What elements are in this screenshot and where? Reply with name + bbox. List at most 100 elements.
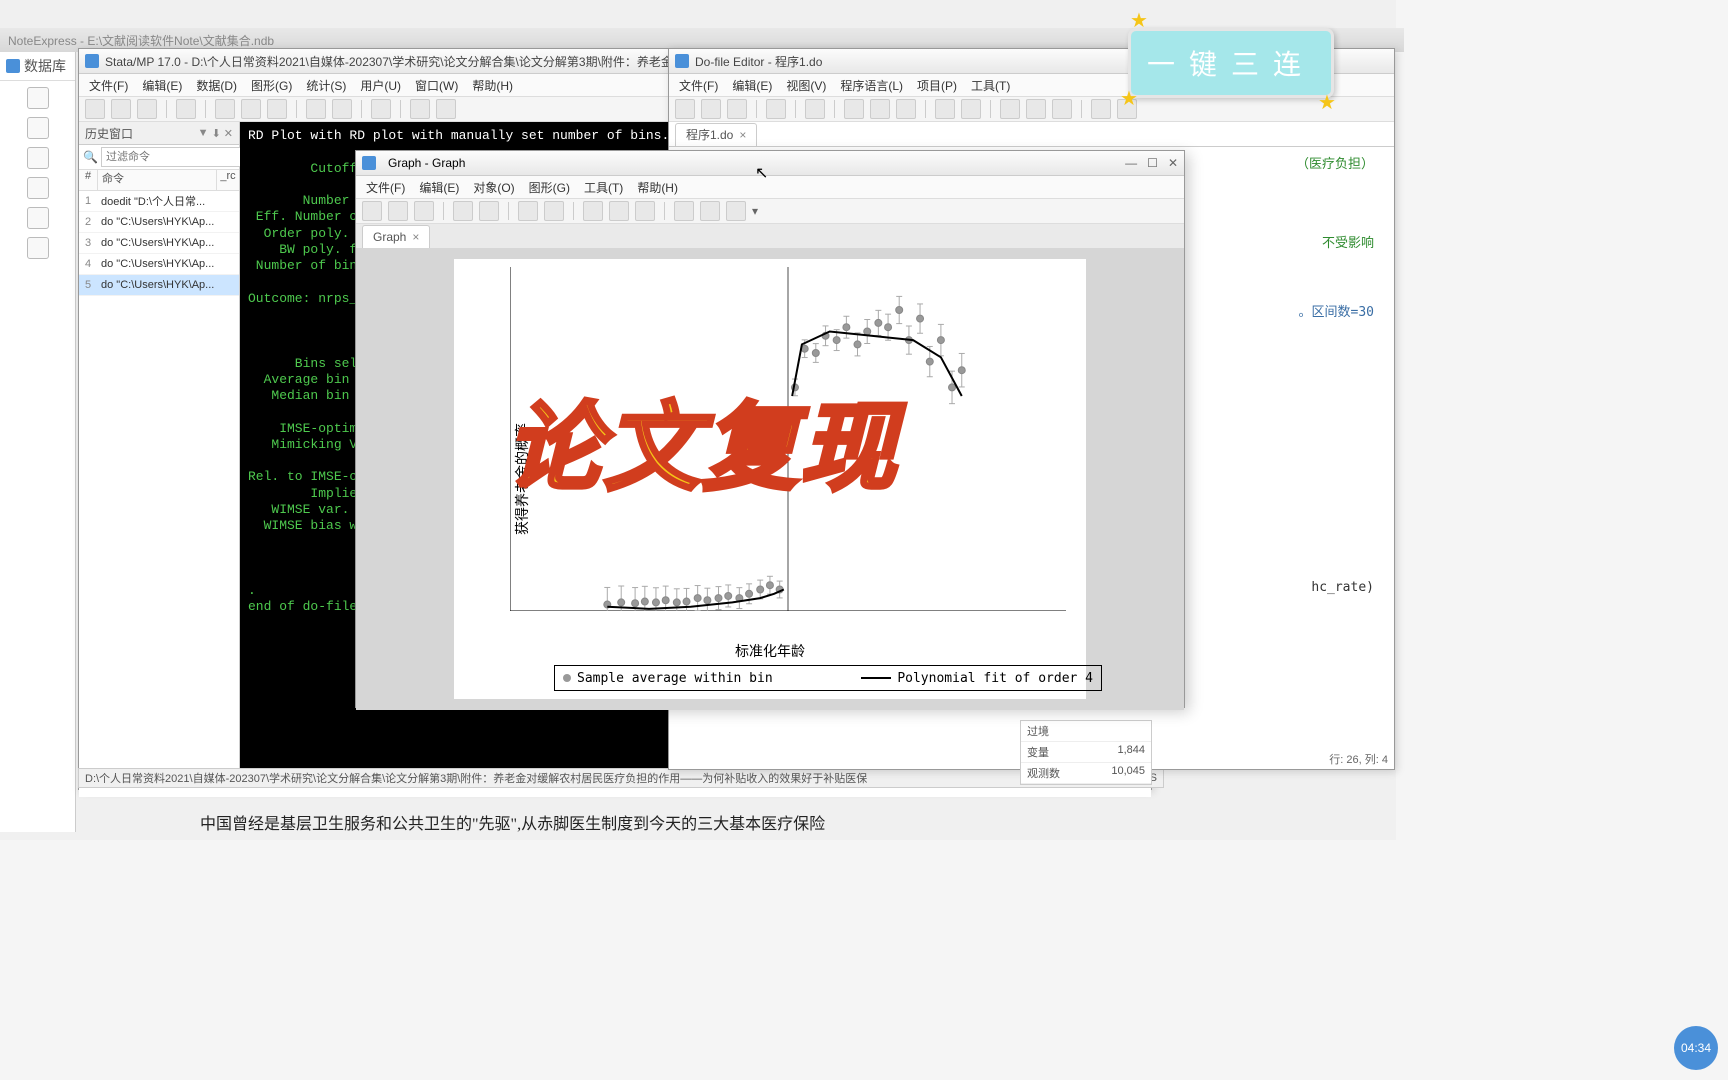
more-icon[interactable]	[436, 99, 456, 119]
df-paste-icon[interactable]	[896, 99, 916, 119]
varmanager-icon[interactable]	[371, 99, 391, 119]
filter-icon[interactable]: ▼	[198, 127, 209, 140]
search-icon: 🔍	[83, 150, 98, 164]
graph-menubar[interactable]: 文件(F) 编辑(E) 对象(O) 图形(G) 工具(T) 帮助(H)	[356, 176, 1184, 199]
menu-help[interactable]: 帮助(H)	[472, 77, 513, 94]
df-menu-view[interactable]: 视图(V)	[786, 77, 826, 94]
save-icon[interactable]	[111, 99, 131, 119]
history-filter-input[interactable]	[101, 147, 253, 167]
graph-icon[interactable]	[241, 99, 261, 119]
df-menu-file[interactable]: 文件(F)	[679, 77, 718, 94]
history-row[interactable]: 2do "C:\Users\HYK\Ap...	[79, 212, 239, 233]
menu-file[interactable]: 文件(F)	[89, 77, 128, 94]
df-print-icon[interactable]	[766, 99, 786, 119]
g-menu-edit[interactable]: 编辑(E)	[419, 179, 459, 196]
g-menu-obj[interactable]: 对象(O)	[473, 179, 514, 196]
g-save-icon[interactable]	[388, 201, 408, 221]
chart-legend: Sample average within bin Polynomial fit…	[554, 665, 1102, 691]
df-menu-proj[interactable]: 项目(P)	[917, 77, 957, 94]
g-editor-icon[interactable]	[518, 201, 538, 221]
dofile-toolbar	[669, 97, 1394, 122]
df-new-icon[interactable]	[675, 99, 695, 119]
dofile-icon[interactable]	[267, 99, 287, 119]
stata-icon	[85, 54, 99, 68]
g-pointer-icon[interactable]	[583, 201, 603, 221]
db-tool-1[interactable]	[27, 87, 49, 109]
x-axis-label: 标准化年龄	[454, 641, 1086, 661]
menu-graph[interactable]: 图形(G)	[251, 77, 292, 94]
cursor-icon: ↖	[755, 163, 768, 183]
log-icon[interactable]	[176, 99, 196, 119]
property-row: 过境	[1021, 721, 1151, 742]
g-print-icon[interactable]	[414, 201, 434, 221]
print-icon[interactable]	[137, 99, 157, 119]
df-undo-icon[interactable]	[935, 99, 955, 119]
df-bookmark3-icon[interactable]	[1052, 99, 1072, 119]
g-menu-help[interactable]: 帮助(H)	[637, 179, 678, 196]
df-run-icon[interactable]	[1091, 99, 1111, 119]
db-tool-5[interactable]	[27, 207, 49, 229]
close-window-icon[interactable]: ✕	[1168, 156, 1178, 170]
df-redo-icon[interactable]	[961, 99, 981, 119]
database-icon	[6, 59, 20, 73]
viewer-icon[interactable]	[215, 99, 235, 119]
g-menu-tools[interactable]: 工具(T)	[584, 179, 623, 196]
g-copy-icon[interactable]	[453, 201, 473, 221]
db-tool-4[interactable]	[27, 177, 49, 199]
graph-tab-close-icon[interactable]: ×	[412, 230, 419, 244]
df-open-icon[interactable]	[701, 99, 721, 119]
history-row[interactable]: 1doedit "D:\个人日常...	[79, 191, 239, 212]
df-menu-lang[interactable]: 程序语言(L)	[840, 77, 903, 94]
minimize-icon[interactable]: —	[1125, 156, 1137, 170]
db-tool-6[interactable]	[27, 237, 49, 259]
g-menu-graph[interactable]: 图形(G)	[529, 179, 570, 196]
dofile-tab[interactable]: 程序1.do×	[675, 123, 757, 146]
db-tool-2[interactable]	[27, 117, 49, 139]
history-row[interactable]: 5do "C:\Users\HYK\Ap...	[79, 275, 239, 296]
g-prop-icon[interactable]	[544, 201, 564, 221]
db-tool-3[interactable]	[27, 147, 49, 169]
pin-icon[interactable]: ⬇	[212, 127, 221, 140]
g-redo-icon[interactable]	[635, 201, 655, 221]
df-cut-icon[interactable]	[844, 99, 864, 119]
menu-data[interactable]: 数据(D)	[196, 77, 237, 94]
g-pause-icon[interactable]	[700, 201, 720, 221]
menu-edit[interactable]: 编辑(E)	[142, 77, 182, 94]
history-title: 历史窗口	[85, 125, 133, 142]
g-menu-file[interactable]: 文件(F)	[366, 179, 405, 196]
df-copy-icon[interactable]	[870, 99, 890, 119]
g-record-icon[interactable]	[674, 201, 694, 221]
open-icon[interactable]	[85, 99, 105, 119]
maximize-icon[interactable]: ☐	[1147, 156, 1158, 170]
df-bookmark-icon[interactable]	[1000, 99, 1020, 119]
database-sidebar: 数据库	[0, 52, 76, 832]
dofile-title: Do-file Editor - 程序1.do	[695, 53, 822, 70]
g-play-icon[interactable]	[726, 201, 746, 221]
g-rename-icon[interactable]	[479, 201, 499, 221]
dofile-app-icon	[675, 54, 689, 68]
history-row[interactable]: 4do "C:\Users\HYK\Ap...	[79, 254, 239, 275]
databrowser-icon[interactable]	[332, 99, 352, 119]
menu-window[interactable]: 窗口(W)	[415, 77, 458, 94]
db-title: 数据库	[24, 56, 66, 76]
df-menu-edit[interactable]: 编辑(E)	[732, 77, 772, 94]
dataeditor-icon[interactable]	[306, 99, 326, 119]
g-undo-icon[interactable]	[609, 201, 629, 221]
graph-app-icon	[362, 156, 376, 170]
df-save-icon[interactable]	[727, 99, 747, 119]
tab-close-icon[interactable]: ×	[739, 128, 746, 142]
graph-tab[interactable]: Graph×	[362, 225, 430, 248]
history-row[interactable]: 3do "C:\Users\HYK\Ap...	[79, 233, 239, 254]
stata-statusbar: D:\个人日常资料2021\自媒体-202307\学术研究\论文分解合集\论文分…	[78, 768, 1164, 788]
g-open-icon[interactable]	[362, 201, 382, 221]
break-icon[interactable]	[410, 99, 430, 119]
close-icon[interactable]: ✕	[224, 127, 233, 140]
video-overlay-text: 论文复现	[506, 370, 898, 509]
like-badge[interactable]: 一键三连	[1128, 28, 1334, 98]
pdf-text: 中国曾经是基层卫生服务和公共卫生的"先驱",从赤脚医生制度到今天的三大基本医疗保…	[200, 810, 825, 834]
df-find-icon[interactable]	[805, 99, 825, 119]
menu-user[interactable]: 用户(U)	[360, 77, 401, 94]
df-bookmark2-icon[interactable]	[1026, 99, 1046, 119]
menu-stats[interactable]: 统计(S)	[306, 77, 346, 94]
df-menu-tools[interactable]: 工具(T)	[971, 77, 1010, 94]
